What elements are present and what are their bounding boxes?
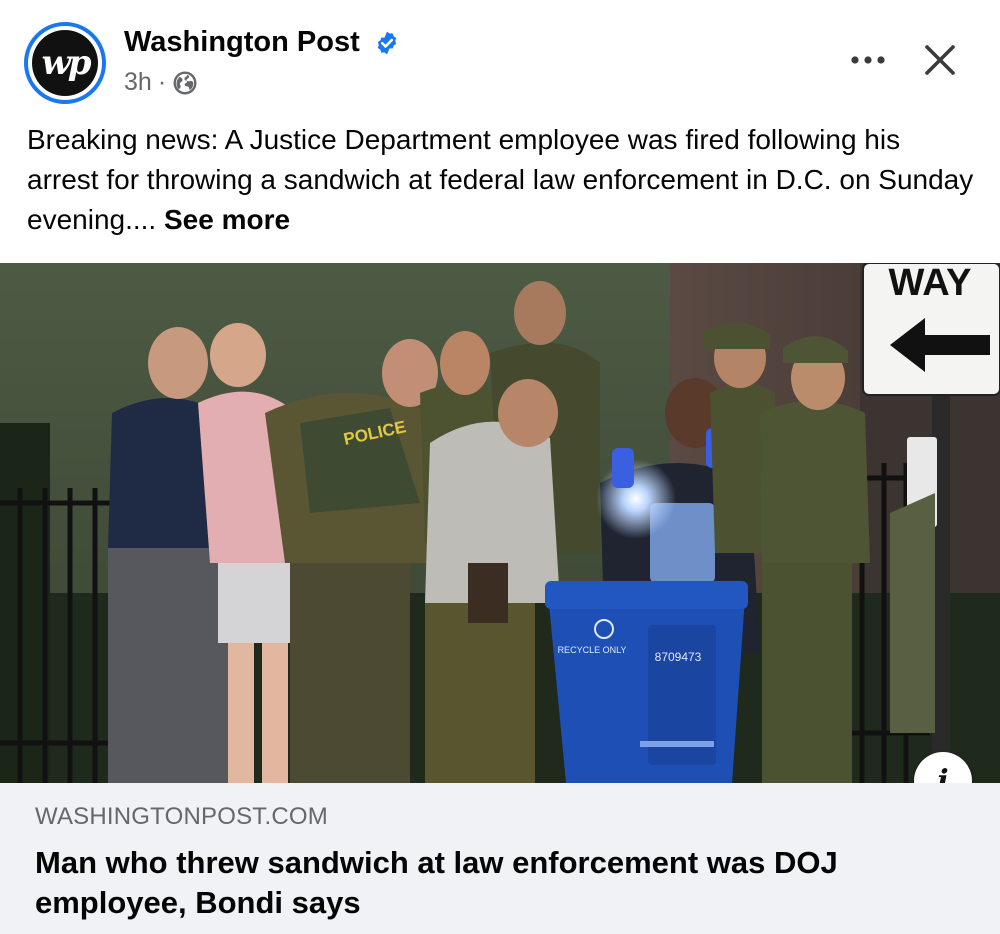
post-time-link[interactable]: 3h (124, 68, 152, 97)
more-options-button[interactable] (848, 40, 888, 80)
link-preview-card[interactable]: WASHINGTONPOST.COM Man who threw sandwic… (0, 783, 1000, 934)
bin-label: RECYCLE ONLY (558, 645, 627, 655)
verified-badge-icon (377, 31, 397, 55)
page-avatar[interactable]: wp (24, 22, 106, 104)
wp-logo: wp (32, 30, 98, 96)
link-domain: WASHINGTONPOST.COM (35, 803, 328, 830)
close-icon[interactable] (916, 36, 964, 84)
post-body-text: Breaking news: A Justice Department empl… (27, 120, 977, 240)
page-name-link[interactable]: Washington Post (124, 26, 360, 59)
feed-post: wp Washington Post 3h · Breaking news: A… (0, 0, 1000, 934)
see-more-link[interactable]: See more (164, 204, 290, 235)
link-title: Man who threw sandwich at law enforcemen… (35, 845, 838, 920)
post-meta: 3h · (124, 68, 198, 97)
more-options-icon (851, 56, 885, 64)
post-photo[interactable]: WAY POLICE RECYCLE ONLY 8709473 (0, 263, 1000, 783)
globe-icon (173, 71, 197, 94)
photo-illustration: WAY POLICE RECYCLE ONLY 8709473 (0, 263, 1000, 783)
post-header: wp Washington Post 3h · (0, 0, 1000, 112)
meta-separator: · (157, 68, 167, 96)
sign-text: WAY (888, 263, 971, 304)
bin-number: 8709473 (655, 650, 702, 664)
